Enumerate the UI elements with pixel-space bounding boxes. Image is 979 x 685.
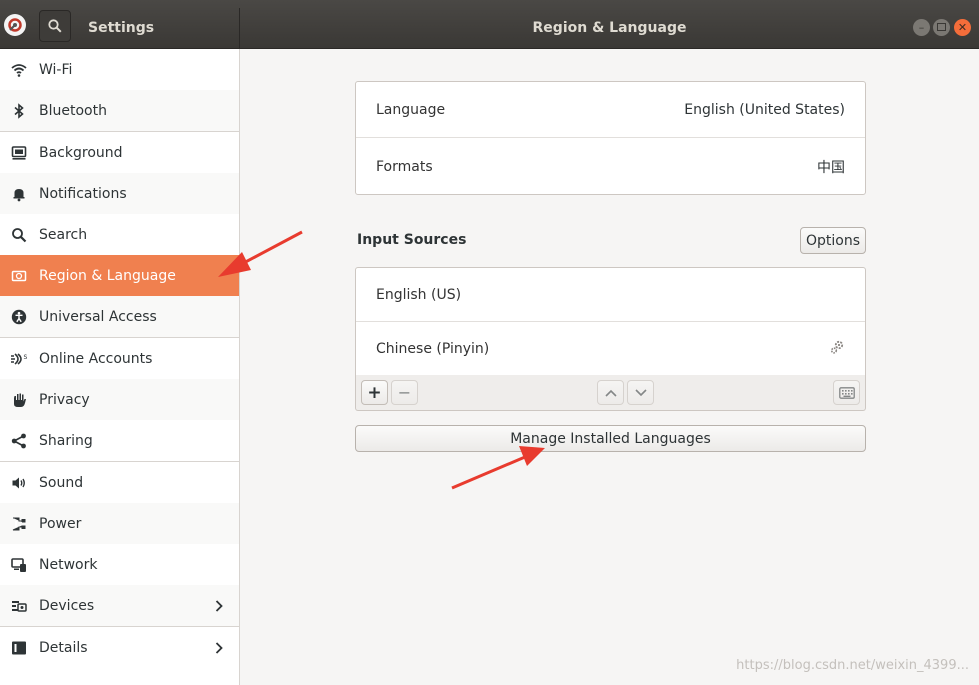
maximize-icon: [937, 23, 946, 31]
close-icon: ✕: [957, 21, 968, 34]
search-icon: [48, 19, 62, 33]
region-frame: Language English (United States) Formats…: [355, 81, 866, 195]
input-sources-list: English (US) Chinese (Pinyin): [355, 267, 866, 376]
sidebar-item-label: Bluetooth: [39, 102, 107, 119]
settings-app-icon: [4, 14, 26, 36]
bluetooth-icon: [0, 102, 39, 119]
power-plug-icon: [0, 516, 39, 532]
region-icon: [0, 268, 39, 284]
sidebar-item-label: Devices: [39, 597, 95, 614]
sidebar-item-label: Search: [39, 226, 88, 243]
add-input-source-button[interactable]: +: [361, 380, 388, 405]
sidebar-item-network[interactable]: Network: [0, 544, 239, 585]
sidebar-title: Settings: [88, 20, 155, 36]
sidebar-item-wifi[interactable]: Wi-Fi: [0, 49, 239, 90]
online-accounts-icon: S: [0, 351, 39, 367]
keyboard-icon: [838, 386, 855, 399]
minimize-icon: –: [918, 21, 925, 34]
background-icon: [0, 145, 39, 161]
input-sources-toolbar: + −: [355, 375, 866, 411]
plus-icon: +: [367, 382, 382, 403]
sidebar: Wi-Fi Bluetooth Background Notifications…: [0, 49, 240, 685]
bell-icon: [0, 186, 39, 202]
sidebar-item-bluetooth[interactable]: Bluetooth: [0, 90, 239, 131]
sidebar-item-region-language[interactable]: Region & Language: [0, 255, 239, 296]
sidebar-item-label: Privacy: [39, 391, 90, 408]
sidebar-item-label: Region & Language: [39, 267, 176, 284]
sidebar-item-sharing[interactable]: Sharing: [0, 420, 239, 461]
language-label: Language: [376, 101, 446, 118]
keyboard-layout-button[interactable]: [833, 380, 860, 405]
sidebar-item-details[interactable]: Details: [0, 627, 239, 668]
network-icon: [0, 557, 39, 573]
sidebar-item-label: Details: [39, 639, 88, 656]
input-sources-heading: Input Sources: [357, 232, 467, 248]
options-button[interactable]: Options: [800, 227, 866, 254]
minimize-button[interactable]: –: [913, 19, 930, 36]
formats-value: 中国: [817, 159, 845, 176]
chevron-up-icon: [604, 389, 617, 397]
manage-installed-languages-button[interactable]: Manage Installed Languages: [355, 425, 866, 452]
close-button[interactable]: ✕: [954, 19, 971, 36]
sidebar-item-background[interactable]: Background: [0, 132, 239, 173]
search-button[interactable]: [39, 10, 71, 42]
speaker-icon: [0, 475, 39, 491]
sidebar-item-label: Online Accounts: [39, 350, 153, 367]
language-value: English (United States): [684, 101, 845, 118]
input-source-row[interactable]: Chinese (Pinyin): [356, 322, 865, 376]
maximize-button[interactable]: [933, 19, 950, 36]
move-down-button[interactable]: [627, 380, 654, 405]
input-source-label: Chinese (Pinyin): [376, 341, 490, 357]
hand-icon: [0, 392, 39, 408]
sidebar-item-universal-access[interactable]: Universal Access: [0, 296, 239, 337]
watermark: https://blog.csdn.net/weixin_4399...: [736, 658, 969, 673]
wifi-icon: [0, 62, 39, 78]
headerbar: Settings Region & Language – ✕: [0, 0, 979, 49]
sidebar-item-sound[interactable]: Sound: [0, 462, 239, 503]
sidebar-item-devices[interactable]: Devices: [0, 585, 239, 626]
details-icon: [0, 640, 39, 656]
sidebar-item-label: Universal Access: [39, 308, 157, 325]
move-up-button[interactable]: [597, 380, 624, 405]
sidebar-item-label: Power: [39, 515, 82, 532]
input-source-label: English (US): [376, 286, 462, 303]
chevron-down-icon: [634, 388, 647, 396]
formats-label: Formats: [376, 158, 433, 175]
sidebar-item-online-accounts[interactable]: S Online Accounts: [0, 338, 239, 379]
sidebar-item-privacy[interactable]: Privacy: [0, 379, 239, 420]
sidebar-item-label: Sharing: [39, 432, 93, 449]
svg-text:S: S: [24, 354, 28, 361]
language-row[interactable]: Language English (United States): [356, 82, 865, 137]
input-source-row[interactable]: English (US): [356, 268, 865, 321]
sidebar-item-search[interactable]: Search: [0, 214, 239, 255]
remove-input-source-button[interactable]: −: [391, 380, 418, 405]
input-source-settings-button[interactable]: [829, 339, 845, 359]
chevron-right-icon: [215, 599, 223, 612]
gears-icon: [830, 340, 844, 354]
sidebar-item-notifications[interactable]: Notifications: [0, 173, 239, 214]
formats-row[interactable]: Formats 中国: [356, 138, 865, 195]
sidebar-item-label: Network: [39, 556, 98, 573]
devices-icon: [0, 598, 39, 614]
accessibility-icon: [0, 309, 39, 325]
chevron-right-icon: [215, 641, 223, 654]
sidebar-item-label: Wi-Fi: [39, 61, 73, 78]
search-icon: [0, 227, 39, 243]
sidebar-item-label: Sound: [39, 474, 84, 491]
region-language-panel: Language English (United States) Formats…: [240, 49, 979, 685]
panel-title: Region & Language: [532, 20, 687, 36]
sidebar-item-label: Background: [39, 144, 123, 161]
sidebar-item-label: Notifications: [39, 185, 127, 202]
sidebar-item-power[interactable]: Power: [0, 503, 239, 544]
minus-icon: −: [397, 383, 412, 402]
share-icon: [0, 433, 39, 449]
